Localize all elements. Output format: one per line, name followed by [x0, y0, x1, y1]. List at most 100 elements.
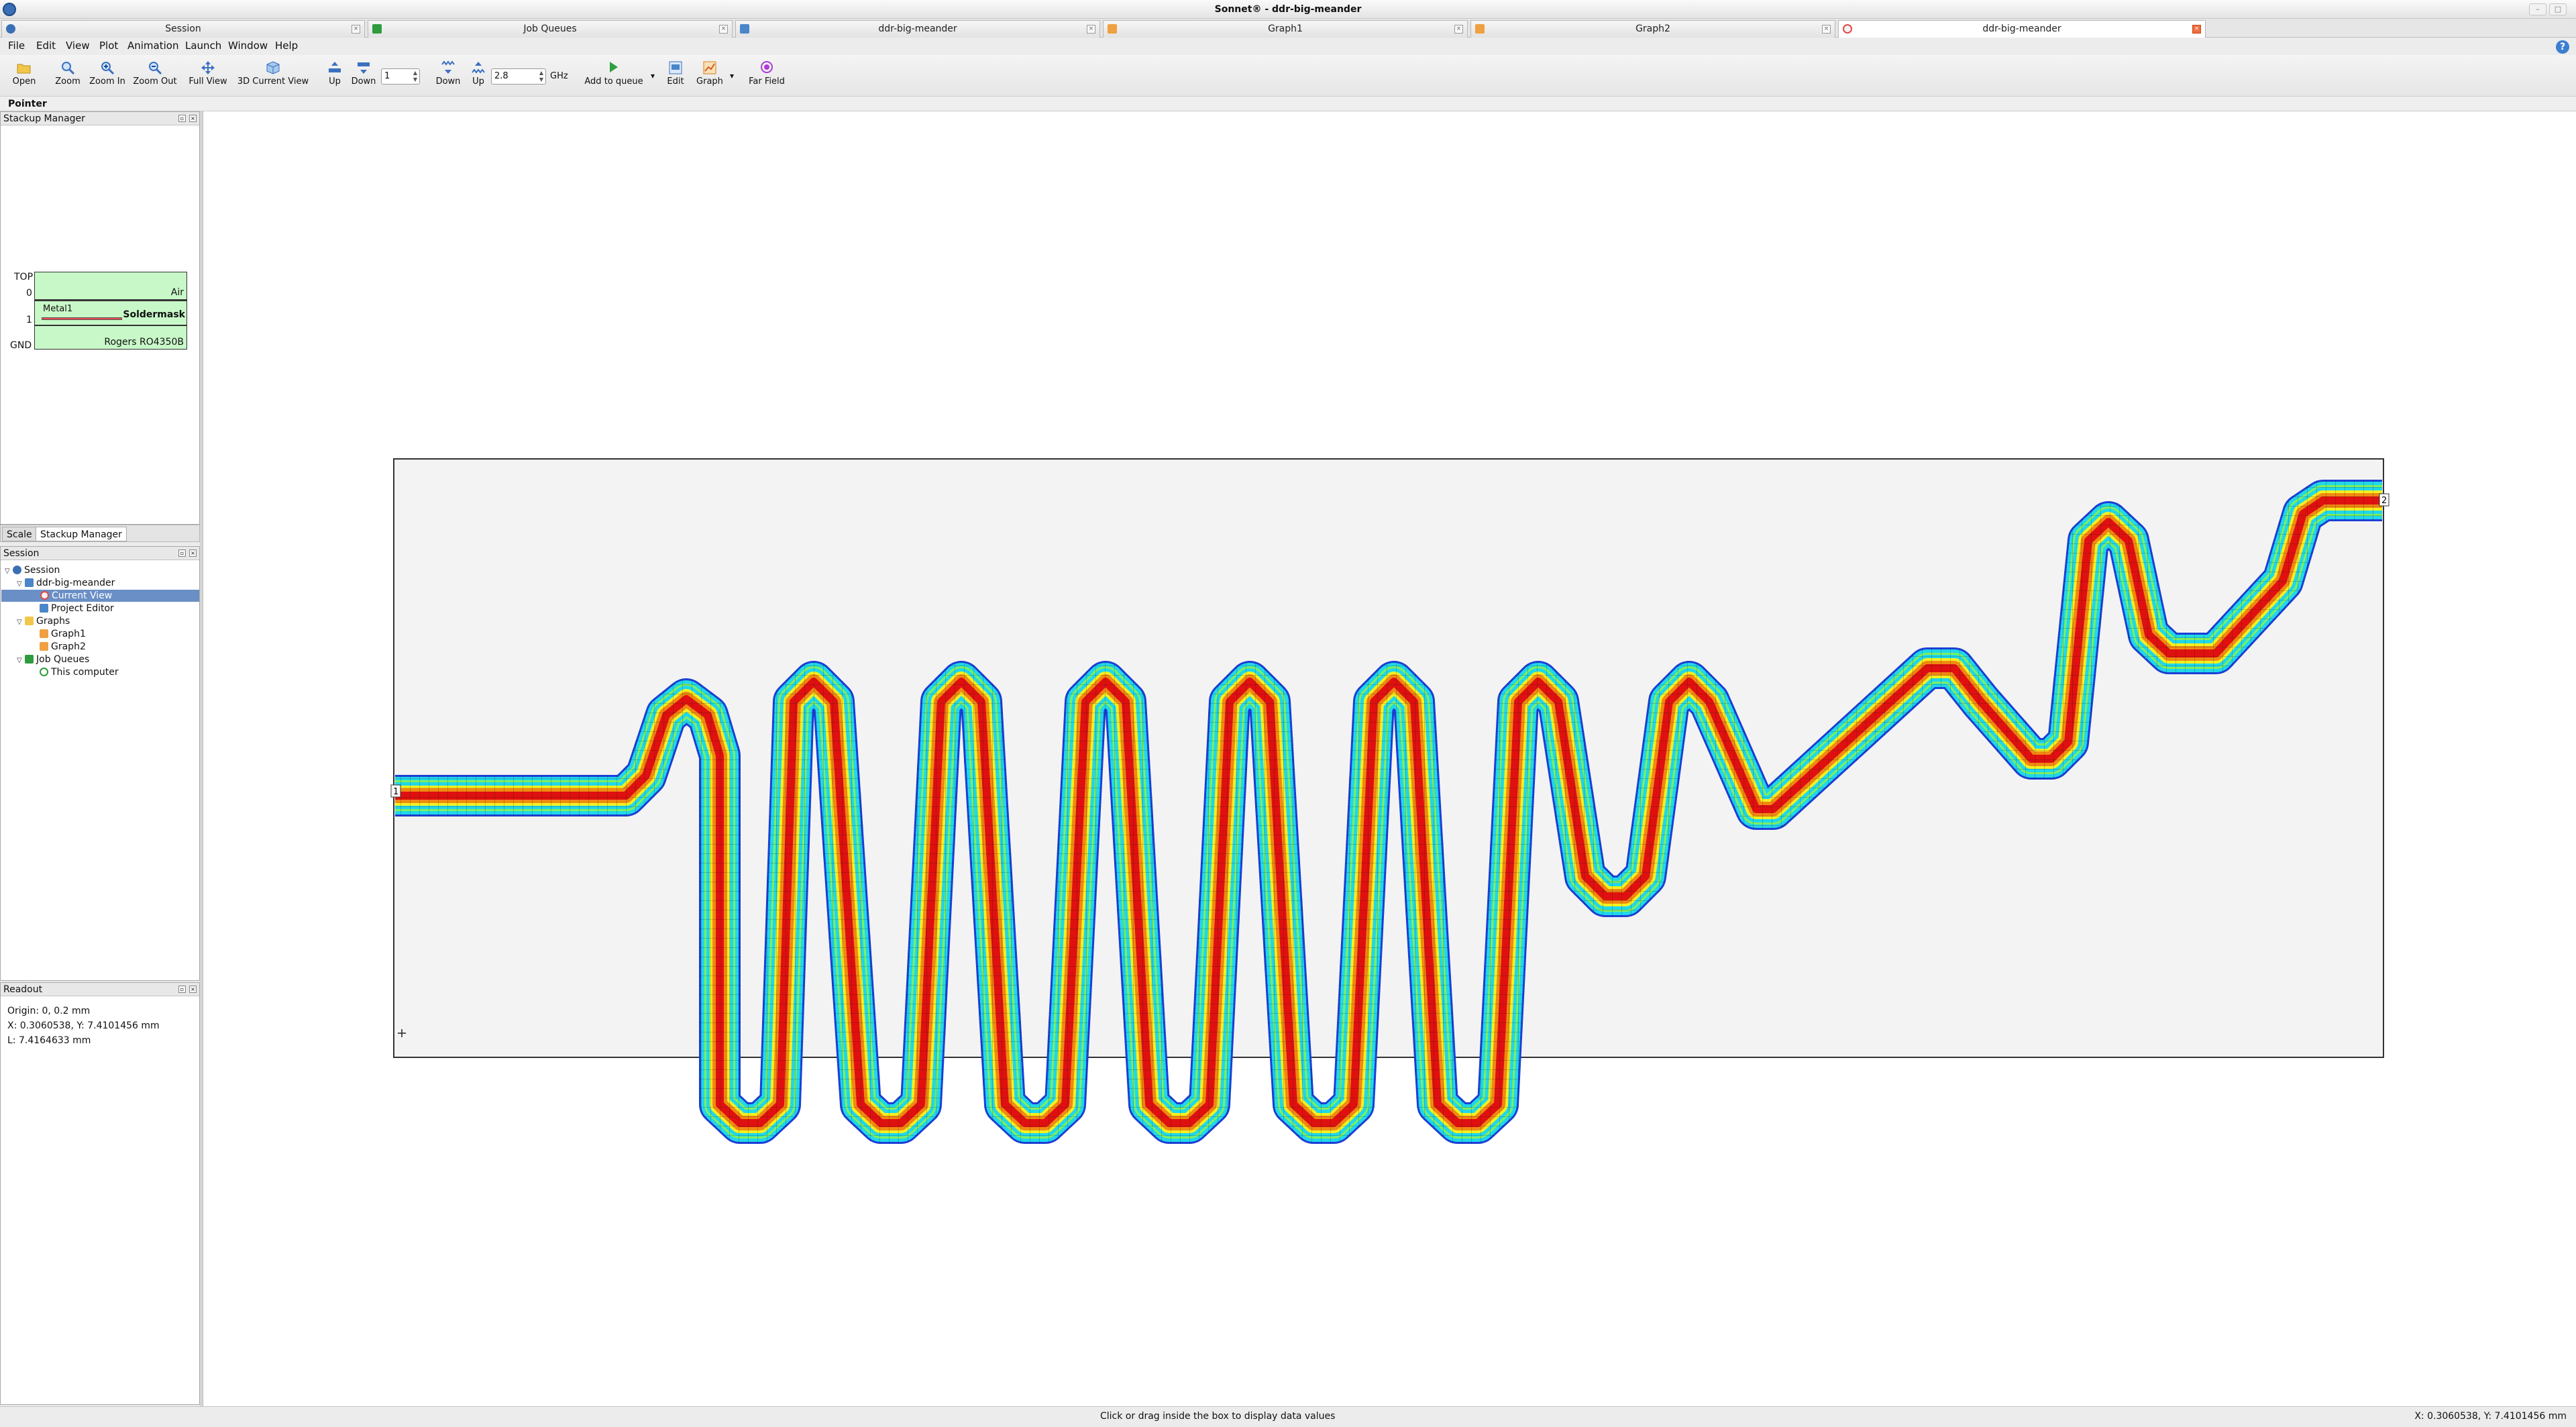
menu-edit[interactable]: Edit	[36, 38, 56, 54]
restore-icon[interactable]: ▫	[178, 549, 186, 557]
tab-project-editor[interactable]: ddr-big-meander ×	[735, 20, 1100, 38]
menu-launch[interactable]: Launch	[185, 38, 221, 54]
close-icon[interactable]: ×	[719, 25, 728, 34]
tab-label: ddr-big-meander	[1982, 23, 2061, 34]
tab-graph1[interactable]: Graph1 ×	[1103, 20, 1468, 38]
zoom-in-button[interactable]: Zoom In	[89, 60, 126, 87]
current-view-icon	[1843, 24, 1852, 34]
chevron-down-icon[interactable]: ▾	[730, 71, 734, 81]
tab-graph2[interactable]: Graph2 ×	[1470, 20, 1835, 38]
tab-label: Graph2	[1635, 23, 1670, 34]
level-up-button[interactable]: Up	[325, 60, 345, 87]
tree-node-graph2[interactable]: Graph2	[40, 641, 198, 653]
tab-current-view[interactable]: ddr-big-meander ×	[1838, 20, 2206, 38]
full-view-button[interactable]: Full View	[186, 60, 229, 87]
tab-session[interactable]: Session ×	[1, 20, 365, 38]
maximize-button[interactable]: □	[2549, 3, 2567, 15]
soldermask-layer[interactable]: Metal1 Soldermask	[34, 300, 187, 325]
frequency-up-button[interactable]: Up	[467, 60, 490, 87]
menu-help[interactable]: Help	[275, 38, 298, 54]
window-title: Sonnet® - ddr-big-meander	[1214, 4, 1362, 15]
readout-panel: Readout ▫ × Origin: 0, 0.2 mm X: 0.30605…	[0, 982, 200, 1405]
graph-icon	[40, 642, 48, 651]
close-icon[interactable]: ×	[189, 549, 197, 557]
tab-scale[interactable]: Scale	[2, 527, 37, 541]
tree-node-graphs[interactable]: ▽ Graphs	[17, 615, 198, 627]
cube-3d-icon	[266, 61, 280, 74]
spinner-arrows-icon[interactable]: ▲ ▼	[539, 70, 543, 83]
tree-node-session[interactable]: ▽ Session	[5, 564, 198, 576]
dielectric-layer[interactable]: Rogers RO4350B	[34, 325, 187, 350]
tree-node-current-view[interactable]: Current View	[1, 590, 199, 602]
tree-node-job-queues[interactable]: ▽ Job Queues	[17, 653, 198, 666]
circuit-canvas[interactable]: 1 2	[203, 111, 2576, 1406]
frequency-value: 2.8	[494, 71, 508, 81]
frequency-down-icon	[441, 60, 455, 74]
tab-job-queues[interactable]: Job Queues ×	[368, 20, 733, 38]
menu-window[interactable]: Window	[228, 38, 268, 54]
panel-title: Readout	[3, 984, 43, 995]
menu-view[interactable]: View	[66, 38, 90, 54]
metal1-strip[interactable]	[42, 317, 122, 320]
expand-icon[interactable]: ▽	[17, 617, 25, 629]
spinner-arrows-icon[interactable]: ▲ ▼	[413, 70, 417, 83]
far-field-button[interactable]: Far Field	[743, 60, 790, 87]
expand-icon[interactable]: ▽	[5, 566, 13, 578]
close-icon[interactable]: ×	[189, 986, 197, 993]
tree-node-graph1[interactable]: Graph1	[40, 628, 198, 640]
frequency-down-button[interactable]: Down	[435, 60, 462, 87]
air-layer[interactable]: Air	[34, 272, 187, 300]
frequency-spinner[interactable]: 2.8 ▲ ▼	[491, 68, 546, 85]
menu-animation[interactable]: Animation	[127, 38, 178, 54]
level-up-label: Up	[329, 76, 341, 87]
tree-label: Graph2	[51, 641, 86, 652]
tree-node-project[interactable]: ▽ ddr-big-meander	[17, 577, 198, 589]
close-icon[interactable]: ×	[2192, 25, 2201, 34]
restore-icon[interactable]: ▫	[178, 986, 186, 993]
zoom-in-icon	[101, 62, 115, 75]
current-density-view[interactable]: 1 2	[203, 111, 2576, 1406]
status-bar: Click or drag inside the box to display …	[0, 1406, 2576, 1427]
graph-icon	[1108, 24, 1117, 34]
level-down-button[interactable]: Down	[350, 60, 377, 87]
sonnet-app-icon[interactable]	[3, 3, 16, 16]
close-icon[interactable]: ×	[1087, 25, 1095, 34]
zoom-button[interactable]: Zoom	[52, 60, 83, 87]
tree-node-project-editor[interactable]: Project Editor	[40, 602, 198, 615]
stackup-label-1: 1	[26, 315, 32, 325]
level-spinner[interactable]: 1 ▲ ▼	[381, 68, 420, 85]
status-coordinates: X: 0.3060538, Y: 7.4101456 mm	[2414, 1411, 2567, 1422]
close-icon[interactable]: ×	[189, 115, 197, 122]
expand-icon[interactable]: ▽	[17, 655, 25, 667]
panel-header: Readout ▫ ×	[1, 983, 199, 996]
menu-file[interactable]: File	[8, 38, 25, 54]
graph-button[interactable]: Graph	[695, 60, 724, 87]
tree-label: Project Editor	[51, 603, 114, 614]
zoom-out-button[interactable]: Zoom Out	[131, 60, 178, 87]
add-to-queue-button[interactable]: Add to queue	[582, 60, 645, 87]
mode-indicator: Pointer	[0, 97, 2576, 111]
tree-node-this-computer[interactable]: This computer	[40, 666, 198, 678]
stackup-label-top: TOP	[14, 272, 34, 282]
minimize-button[interactable]: –	[2529, 3, 2546, 15]
restore-icon[interactable]: ▫	[178, 115, 186, 122]
3d-current-view-button[interactable]: 3D Current View	[236, 60, 310, 87]
edit-button[interactable]: Edit	[664, 60, 687, 87]
status-hint: Click or drag inside the box to display …	[1100, 1411, 1336, 1422]
graph-icon	[703, 61, 716, 74]
expand-icon[interactable]: ▽	[17, 578, 25, 590]
close-icon[interactable]: ×	[1454, 25, 1463, 34]
folder-icon	[25, 617, 34, 625]
help-icon[interactable]: ?	[2556, 40, 2569, 54]
chevron-down-icon[interactable]: ▾	[651, 71, 655, 81]
session-icon	[6, 24, 15, 34]
readout-length: L: 7.4164633 mm	[7, 1035, 91, 1046]
close-icon[interactable]: ×	[352, 25, 360, 34]
tab-stackup-manager[interactable]: Stackup Manager	[36, 527, 127, 541]
open-button[interactable]: Open	[9, 60, 39, 87]
close-icon[interactable]: ×	[1822, 25, 1831, 34]
zoom-out-label: Zoom Out	[133, 76, 177, 87]
project-editor-icon	[40, 604, 48, 613]
menu-plot[interactable]: Plot	[99, 38, 118, 54]
zoom-label: Zoom	[55, 76, 80, 87]
